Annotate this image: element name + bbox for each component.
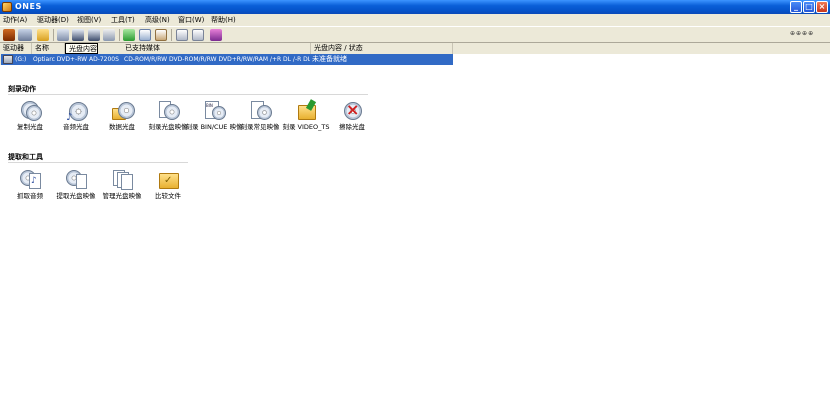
compare-files-icon: ✓ xyxy=(158,169,180,191)
column-header-drive[interactable]: 驱动器 xyxy=(0,43,32,54)
toolbar-separator xyxy=(53,29,54,41)
copy-disc-icon xyxy=(20,100,42,122)
load-tray-icon[interactable] xyxy=(88,29,100,41)
action-compare-files[interactable]: ✓ 比较文件 xyxy=(138,169,198,213)
action-erase-disc[interactable]: × 擦除光盘 xyxy=(322,100,382,144)
erase-disc-icon: × xyxy=(342,100,364,122)
drive-row[interactable]: (G:) Optiarc DVD+-RW AD-7200S CD-ROM/R/R… xyxy=(1,54,453,65)
list-empty-area xyxy=(453,54,830,78)
data-disc-icon xyxy=(112,100,135,122)
rip-audio-icon: ♪ xyxy=(20,169,42,191)
action-label: 比较文件 xyxy=(155,192,181,200)
burn-common-image-icon xyxy=(250,100,272,122)
drive-letter: (G:) xyxy=(15,56,27,63)
menu-bar: 动作(A) 驱动器(D) 视图(V) 工具(T) 高级(N) 窗口(W) 帮助(… xyxy=(0,14,830,26)
menu-drive[interactable]: 驱动器(D) xyxy=(37,15,69,25)
list-view-icon[interactable] xyxy=(139,29,151,41)
help-book-icon[interactable] xyxy=(210,29,222,41)
drive-list: 驱动器 名称 光盘内容 已支持媒体 光盘内容 / 状态 (G:) Optiarc… xyxy=(0,43,830,78)
section-divider xyxy=(8,94,368,95)
drive-media: CD-ROM/R/RW DVD-ROM/R/RW DVD+R/RW/RAM /+… xyxy=(124,56,310,63)
toolbar-separator xyxy=(171,29,172,41)
drive-name: Optiarc DVD+-RW AD-7200S xyxy=(33,56,119,63)
list-empty-area xyxy=(0,65,453,78)
section-title-extract: 提取和工具 xyxy=(8,153,43,161)
menu-advanced[interactable]: 高级(N) xyxy=(145,15,170,25)
app-icon xyxy=(2,2,12,12)
menu-window[interactable]: 窗口(W) xyxy=(178,15,204,25)
burn-icon[interactable] xyxy=(3,29,15,41)
toolbar: ⊕⊕⊕⊕ xyxy=(0,26,830,43)
burn-bin-cue-icon: BIN xyxy=(204,100,226,122)
section-title-burn: 刻录动作 xyxy=(8,85,36,93)
optical-drive-icon xyxy=(3,55,13,64)
title-bar[interactable]: ONES _ □ × xyxy=(0,0,830,14)
menu-tools[interactable]: 工具(T) xyxy=(111,15,135,25)
details-view-icon[interactable] xyxy=(155,29,167,41)
minimize-button[interactable]: _ xyxy=(790,1,802,13)
menu-action[interactable]: 动作(A) xyxy=(3,15,27,25)
action-label: 擦除光盘 xyxy=(339,123,365,131)
disc-icon[interactable] xyxy=(103,29,115,41)
manage-images-icon xyxy=(112,169,134,191)
burn-video-ts-icon xyxy=(296,99,318,122)
burn-image-icon xyxy=(158,100,180,122)
section-divider xyxy=(8,162,188,163)
audio-disc-icon: ♪ xyxy=(66,100,88,123)
menu-help[interactable]: 帮助(H) xyxy=(211,15,236,25)
properties-icon[interactable] xyxy=(192,29,204,41)
document-icon[interactable] xyxy=(176,29,188,41)
drive-select-icon[interactable] xyxy=(18,29,32,41)
extract-image-icon xyxy=(66,169,88,191)
actions-panel: 刻录动作 复制光盘 ♪ 音频光盘 数据光盘 刻录光盘映像 BIN 刻录 BIN/… xyxy=(0,80,830,400)
toolbar-grip-icon: ⊕⊕⊕⊕ xyxy=(790,30,815,37)
column-header-supported-media[interactable]: 已支持媒体 xyxy=(98,43,311,54)
column-header-disc-content[interactable]: 光盘内容 xyxy=(65,43,98,54)
check-icon[interactable] xyxy=(123,29,135,41)
column-header-status[interactable]: 光盘内容 / 状态 xyxy=(311,43,453,54)
window-title: ONES xyxy=(15,2,42,11)
close-button[interactable]: × xyxy=(816,1,828,13)
menu-view[interactable]: 视图(V) xyxy=(77,15,101,25)
column-header-name[interactable]: 名称 xyxy=(32,43,65,54)
maximize-button[interactable]: □ xyxy=(803,1,815,13)
drive-status: 未准备就绪 xyxy=(312,55,347,63)
eject-icon[interactable] xyxy=(72,29,84,41)
disc-info-icon[interactable] xyxy=(57,29,69,41)
open-folder-icon[interactable] xyxy=(37,29,49,41)
toolbar-separator xyxy=(119,29,120,41)
